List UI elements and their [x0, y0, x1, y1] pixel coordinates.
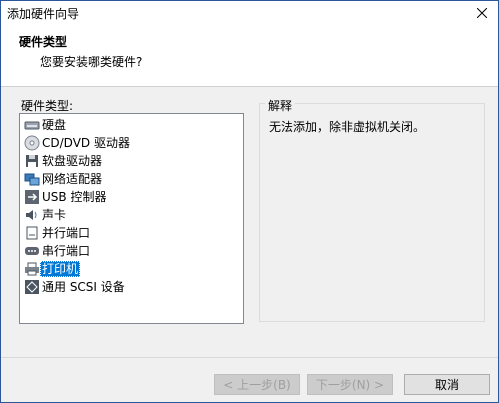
add-hardware-wizard-window: 添加硬件向导 硬件类型 您要安装哪类硬件? 硬件类型: 硬盘 CD/DVD 驱动… [0, 0, 499, 403]
serial-port-icon [24, 243, 40, 259]
list-item-floppy[interactable]: 软盘驱动器 [24, 152, 104, 170]
sound-card-icon [24, 207, 40, 223]
list-item-label: 网络适配器 [42, 172, 103, 186]
window-title: 添加硬件向导 [7, 7, 80, 21]
list-item-label: 软盘驱动器 [42, 154, 103, 168]
list-item-label: 硬盘 [42, 118, 67, 132]
floppy-icon [24, 153, 40, 169]
header-subtitle: 您要安装哪类硬件? [40, 55, 143, 69]
cancel-button[interactable]: 取消 [404, 374, 490, 395]
footer-divider [1, 357, 498, 358]
list-item-label: 并行端口 [42, 226, 91, 240]
wizard-header: 硬件类型 您要安装哪类硬件? [1, 23, 498, 87]
list-item-label: 串行端口 [42, 244, 91, 258]
list-item-printer[interactable]: 打印机 [24, 260, 81, 278]
usb-icon [24, 189, 40, 205]
hardware-type-label: 硬件类型: [21, 99, 74, 113]
list-item-label: CD/DVD 驱动器 [42, 136, 130, 150]
list-item-scsi[interactable]: 通用 SCSI 设备 [24, 278, 127, 296]
next-button[interactable]: 下一步(N) > [307, 374, 393, 395]
close-button[interactable] [464, 1, 498, 23]
list-item-hard-disk[interactable]: 硬盘 [24, 116, 68, 134]
list-item-label: 声卡 [42, 208, 67, 222]
list-item-cd-dvd[interactable]: CD/DVD 驱动器 [24, 134, 132, 152]
header-title: 硬件类型 [19, 35, 68, 49]
list-item-sound-card[interactable]: 声卡 [24, 206, 68, 224]
close-icon [477, 8, 487, 18]
printer-icon [24, 261, 40, 277]
cd-dvd-icon [24, 135, 40, 151]
list-item-label: 通用 SCSI 设备 [42, 280, 125, 294]
list-item-label: USB 控制器 [42, 190, 107, 204]
explanation-group [259, 103, 485, 322]
list-item-usb[interactable]: USB 控制器 [24, 188, 108, 206]
hardware-type-list[interactable]: 硬盘 CD/DVD 驱动器 软盘驱动器 网络适配器 USB 控制器 声卡 并行端… [19, 113, 244, 324]
title-bar: 添加硬件向导 [1, 1, 498, 23]
list-item-serial-port[interactable]: 串行端口 [24, 242, 92, 260]
scsi-icon [24, 279, 40, 295]
list-item-parallel-port[interactable]: 并行端口 [24, 224, 92, 242]
explanation-text: 无法添加，除非虚拟机关闭。 [269, 120, 426, 134]
parallel-port-icon [24, 225, 40, 241]
hard-disk-icon [24, 117, 40, 133]
explanation-title: 解释 [265, 97, 296, 114]
list-item-network-adapter[interactable]: 网络适配器 [24, 170, 104, 188]
back-button[interactable]: < 上一步(B) [214, 374, 300, 395]
network-adapter-icon [24, 171, 40, 187]
list-item-label: 打印机 [40, 261, 81, 277]
